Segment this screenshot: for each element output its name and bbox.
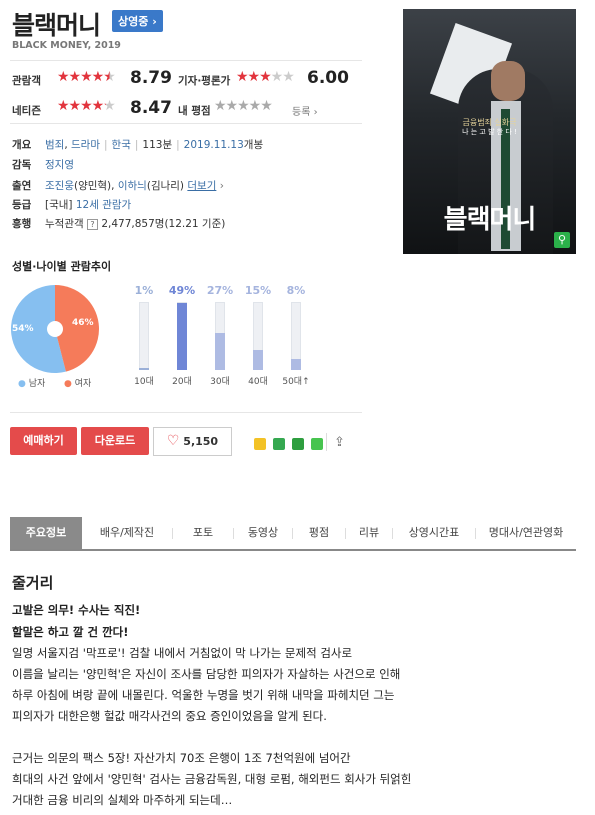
- age-bar: [177, 303, 187, 370]
- tab-main-info[interactable]: 주요정보: [10, 517, 82, 549]
- heart-icon: ♡: [166, 433, 180, 449]
- band-icon[interactable]: [292, 438, 304, 450]
- movie-poster[interactable]: 금융범죄 실화극 나 는 고 발 한 다 ! 블랙머니 ⚲: [403, 9, 576, 254]
- runtime: 113분: [142, 139, 173, 151]
- movie-title: 블랙머니: [12, 11, 101, 40]
- audience-rating-label: 관람객: [12, 75, 41, 87]
- genre-link[interactable]: 범죄: [45, 139, 64, 151]
- pie-hole: [47, 321, 63, 337]
- age-bar-track: [139, 302, 149, 370]
- audience-score: 8.79: [130, 68, 172, 88]
- age-bar-pct-label: 8%: [286, 284, 306, 297]
- help-icon[interactable]: ?: [86, 219, 98, 230]
- tab-video[interactable]: 동영상: [234, 517, 292, 549]
- download-button[interactable]: 다운로드: [81, 427, 149, 455]
- release-suffix: 개봉: [243, 139, 264, 151]
- country-link[interactable]: 한국: [112, 139, 131, 151]
- critic-rating-label: 기자·평론가: [178, 75, 231, 87]
- synopsis-line: 희대의 사건 앞에서 '양민혁' 검사는 금융감독원, 대형 로펌, 해외펀드 …: [12, 772, 412, 786]
- critic-stars: ★★★★★: [236, 69, 295, 85]
- cast-more-link[interactable]: 더보기: [187, 180, 216, 192]
- actor-role: (양민혁): [73, 180, 112, 192]
- status-badge[interactable]: 상영중 ›: [112, 10, 163, 32]
- line-icon[interactable]: [311, 438, 323, 450]
- age-bar-pct-label: 15%: [244, 284, 272, 297]
- poster-quote: 나 는 고 발 한 다 !: [462, 128, 517, 136]
- synopsis-line: 일명 서울지검 '막프로'! 검찰 내에서 거침없이 막 나가는 문제적 검사로: [12, 646, 353, 660]
- director-link[interactable]: 정지영: [45, 159, 74, 171]
- age-bar-category-label: 30대: [210, 377, 230, 387]
- share-icon[interactable]: ⇪: [334, 435, 345, 450]
- actor-link[interactable]: 이하늬: [118, 180, 147, 192]
- tab-photo[interactable]: 포토: [173, 517, 233, 549]
- tab-rating[interactable]: 평점: [293, 517, 345, 549]
- grade-country: [국내]: [45, 199, 73, 211]
- cafe-icon[interactable]: [273, 438, 285, 450]
- my-rating-label: 내 평점: [178, 105, 211, 117]
- pie-label-male: 54%: [12, 324, 34, 334]
- age-bar-pct-label: 27%: [206, 284, 234, 297]
- divider: [326, 433, 327, 451]
- poster-title: 블랙머니: [443, 205, 537, 235]
- legend-male: ● 남자: [18, 379, 46, 389]
- synopsis-tagline: 할말은 하고 깔 건 깐다!: [12, 625, 129, 639]
- divider: [10, 123, 362, 124]
- critic-score: 6.00: [307, 68, 349, 88]
- audience-stars: ★★★★★: [57, 69, 116, 85]
- poster-zoom-icon[interactable]: ⚲: [554, 232, 570, 248]
- blog-icon[interactable]: [254, 438, 266, 450]
- synopsis-line: 하루 아침에 벼랑 끝에 내몰린다. 억울한 누명을 벗기 위해 내막을 파헤치…: [12, 688, 395, 702]
- pie-label-female: 46%: [72, 318, 94, 328]
- age-bar-pct-label: 49%: [168, 284, 196, 297]
- tab-quotes-related[interactable]: 명대사/연관영화: [476, 517, 576, 549]
- age-bar-category-label: 40대: [248, 377, 268, 387]
- tab-review[interactable]: 리뷰: [346, 517, 392, 549]
- boxoffice-date: (12.21 기준): [164, 218, 226, 230]
- netizen-stars: ★★★★★: [57, 98, 116, 114]
- boxoffice-value: 2,477,857명: [101, 218, 165, 230]
- like-count: 5,150: [183, 435, 219, 448]
- rating-register-label: 등록: [292, 107, 311, 118]
- age-bar: [253, 350, 263, 370]
- legend-male-label: 남자: [28, 379, 46, 389]
- synopsis-line: 근거는 의문의 팩스 5장! 자산가치 70조 은행이 1조 7천억원에 넘어간: [12, 751, 351, 765]
- age-bar: [215, 333, 225, 370]
- status-badge-label: 상영중: [118, 15, 149, 28]
- tab-cast-crew[interactable]: 배우/제작진: [82, 517, 172, 549]
- like-button[interactable]: ♡ 5,150: [153, 427, 232, 456]
- synopsis-line: 피의자가 대한은행 헐값 매각사건의 중요 증인이었음을 알게 된다.: [12, 709, 327, 723]
- grade-link[interactable]: 12세 관람가: [76, 199, 131, 211]
- netizen-score: 8.47: [130, 98, 172, 118]
- divider: [10, 412, 362, 413]
- release-date-link[interactable]: 2019.11.13: [184, 139, 244, 151]
- synopsis-line: 거대한 금융 비리의 실체와 마주하게 되는데…: [12, 793, 233, 807]
- synopsis-heading: 줄거리: [12, 574, 54, 592]
- my-rating-stars[interactable]: ★★★★★: [214, 98, 273, 114]
- age-bar-category-label: 20대: [172, 377, 192, 387]
- age-bar: [291, 359, 301, 370]
- poster-face-graphic: [491, 61, 525, 101]
- age-bar-category-label: 50대↑: [282, 377, 310, 387]
- age-bar-chart: 1% 10대 49% 20대 27% 30대 15% 40대 8% 50대↑: [125, 282, 325, 392]
- tab-bar: 주요정보 배우/제작진 포토 동영상 평점 리뷰 상영시간표 명대사/연관영화: [10, 517, 576, 551]
- age-bar: [139, 368, 149, 370]
- age-bar-pct-label: 1%: [134, 284, 154, 297]
- rating-register-link[interactable]: 등록 ›: [292, 103, 318, 118]
- legend-female: ● 여자: [64, 379, 92, 389]
- age-bar-category-label: 10대: [134, 377, 154, 387]
- actor-role: (김나리): [146, 180, 185, 192]
- synopsis-line: 이름을 날리는 '양민혁'은 자신이 조사를 담당한 피의자가 자살하는 사건으…: [12, 667, 401, 681]
- genre-link[interactable]: 드라마: [71, 139, 100, 151]
- boxoffice-label: 누적관객: [45, 218, 84, 230]
- reserve-button[interactable]: 예매하기: [10, 427, 77, 455]
- movie-subtitle: BLACK MONEY, 2019: [12, 40, 121, 51]
- trend-title: 성별·나이별 관람추이: [12, 260, 112, 273]
- legend-female-label: 여자: [74, 379, 92, 389]
- actor-link[interactable]: 조진웅: [45, 180, 74, 192]
- netizen-rating-label: 네티즌: [12, 105, 41, 117]
- genre-comma: ,: [64, 139, 72, 151]
- divider: [10, 60, 362, 61]
- synopsis-tagline: 고발은 의무! 수사는 직진!: [12, 603, 141, 617]
- tab-showtimes[interactable]: 상영시간표: [393, 517, 475, 549]
